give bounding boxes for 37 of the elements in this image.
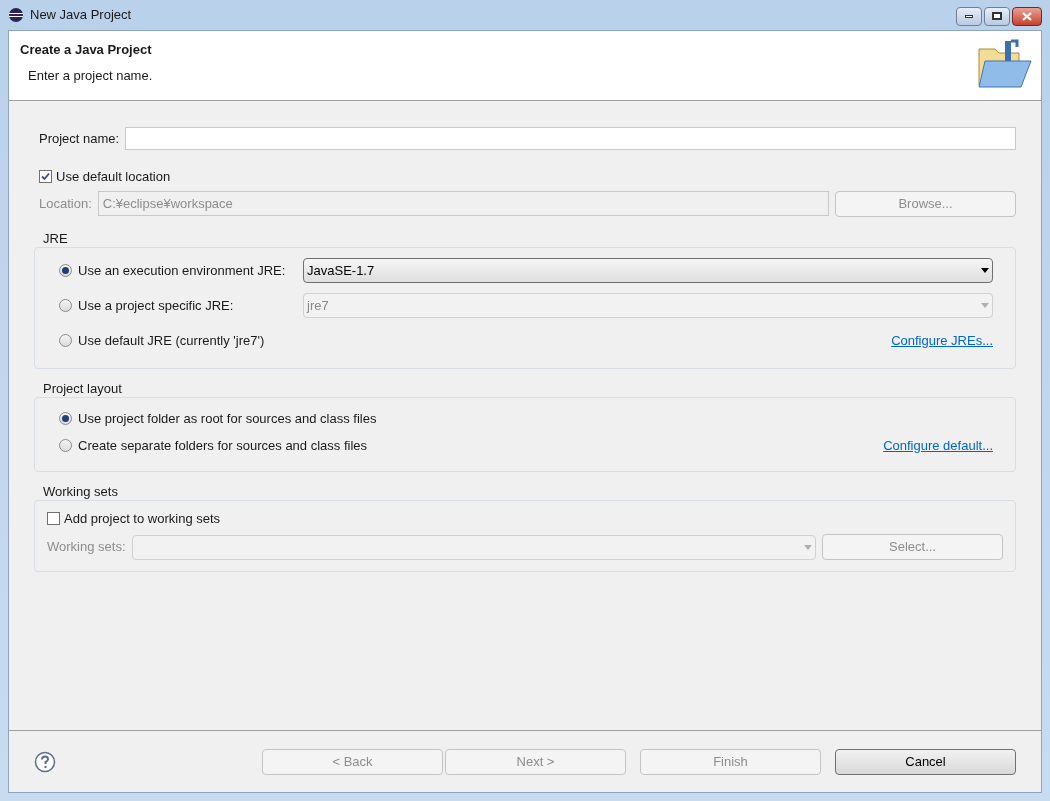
- radio-label: Use default JRE (currently 'jre7'): [78, 331, 265, 350]
- sphere-icon: [8, 7, 24, 23]
- link[interactable]: Configure JREs...: [891, 330, 993, 351]
- field-label: Working sets:: [47, 538, 126, 557]
- help-icon: [34, 750, 56, 773]
- radio-button[interactable]: [59, 439, 72, 452]
- caret-icon: [804, 544, 812, 550]
- radio-label: Use a project specific JRE:: [78, 296, 234, 315]
- radio-label: Use an execution environment JRE:: [78, 261, 286, 280]
- input-field[interactable]: [125, 127, 1016, 150]
- checkbox-label: Use default location: [56, 168, 171, 186]
- caret-icon: [981, 303, 989, 308]
- field-label: Project name:: [38, 129, 120, 148]
- checkmark-icon: [41, 172, 50, 182]
- group-title: Working sets: [42, 482, 119, 500]
- close-button[interactable]: [1012, 6, 1042, 26]
- radio-label: Create separate folders for sources and class files: [78, 436, 368, 455]
- minimize-button[interactable]: [956, 6, 982, 26]
- radio-label: Use project folder as root for sources and class files: [78, 409, 377, 428]
- dropdown[interactable]: JavaSE-1.7: [303, 258, 993, 283]
- window-title: New Java Project: [30, 6, 132, 25]
- button[interactable]: Cancel: [835, 748, 1016, 775]
- radio-button[interactable]: [59, 412, 72, 425]
- link[interactable]: Configure default...: [883, 435, 993, 456]
- page-message: Enter a project name.: [27, 66, 153, 85]
- group-title: Project layout: [42, 379, 123, 397]
- checkbox-label: Add project to working sets: [64, 509, 221, 528]
- page-title: Create a Java Project: [20, 41, 153, 59]
- group-title: JRE: [42, 229, 69, 247]
- maximize-button[interactable]: [984, 6, 1010, 26]
- radio-button[interactable]: [59, 264, 72, 277]
- checkbox[interactable]: [39, 170, 52, 184]
- folder-icon: [975, 39, 1035, 89]
- close-icon: [1022, 11, 1032, 21]
- caret-icon: [981, 268, 989, 273]
- field-label: Location:: [38, 194, 92, 213]
- radio-button[interactable]: [59, 334, 72, 347]
